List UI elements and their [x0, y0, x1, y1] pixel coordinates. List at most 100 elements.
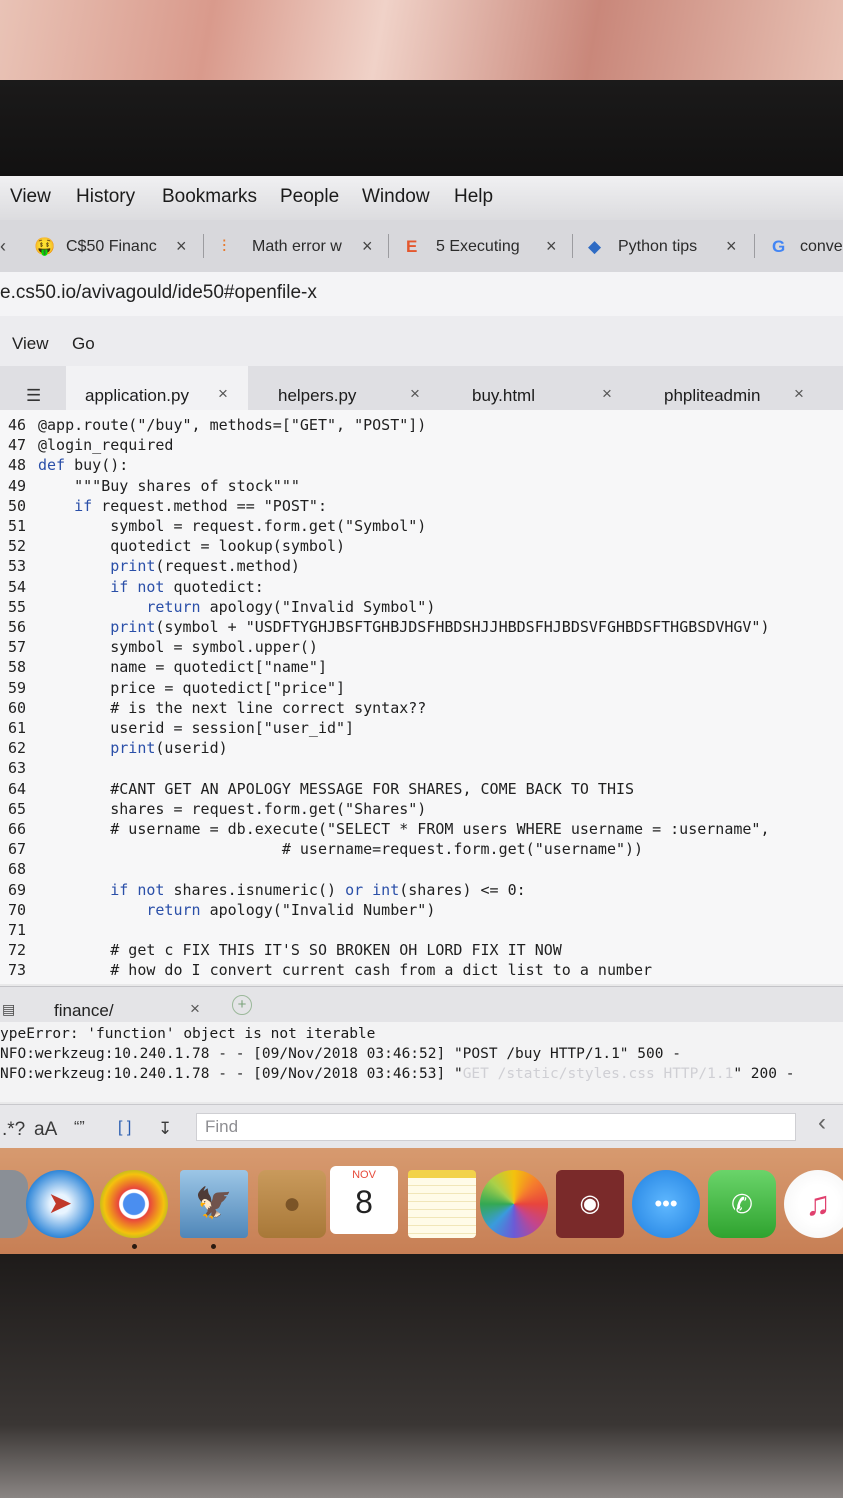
editor-tab-application-py[interactable]: application.py ×	[66, 366, 248, 410]
running-indicator	[132, 1244, 137, 1249]
close-icon[interactable]: ×	[218, 384, 228, 404]
code-line: 63	[0, 759, 843, 779]
code-line: 57 symbol = symbol.upper()	[0, 638, 843, 658]
menu-bar: View History Bookmarks People Window Hel…	[0, 176, 843, 221]
line-number: 57	[8, 638, 27, 657]
line-number: 64	[8, 779, 27, 798]
tab-separator	[388, 234, 389, 258]
line-number: 54	[8, 577, 27, 596]
code-line: 47 @login_required	[0, 436, 843, 456]
mail-stamp-icon[interactable]: 🦅	[180, 1170, 248, 1238]
line-number: 46	[8, 416, 27, 434]
find-input[interactable]	[196, 1113, 796, 1141]
match-case-toggle[interactable]: aA	[34, 1119, 57, 1141]
running-indicator	[211, 1244, 216, 1249]
line-number: 50	[8, 496, 27, 515]
browser-tab-google[interactable]: G conve	[768, 228, 843, 266]
line-number: 66	[8, 820, 27, 838]
whole-word-toggle[interactable]: “”	[74, 1119, 85, 1137]
code-text: userid = session["user_id"]	[38, 719, 355, 737]
code-line: 65 shares = request.form.get("Shares")	[0, 800, 843, 820]
code-text: symbol = symbol.upper()	[38, 638, 318, 657]
photos-icon[interactable]	[480, 1170, 548, 1238]
close-icon[interactable]: ×	[794, 384, 804, 404]
code-text: #CANT GET AN APOLOGY MESSAGE FOR SHARES,…	[38, 779, 635, 798]
code-text: if not quotedict:	[110, 577, 264, 596]
menu-view[interactable]: View	[10, 186, 51, 208]
menu-bookmarks[interactable]: Bookmarks	[162, 186, 257, 208]
stack-overflow-icon: ⫶	[222, 237, 227, 256]
editor-tab-buy-html[interactable]: buy.html ×	[456, 366, 636, 410]
line-number: 73	[8, 961, 27, 980]
close-icon[interactable]: ×	[726, 236, 737, 257]
photo-booth-icon[interactable]: ◉	[556, 1170, 624, 1238]
chrome-icon[interactable]	[100, 1170, 168, 1238]
terminal-line: NFO:werkzeug:10.240.1.78 - - [09/Nov/201…	[0, 1046, 681, 1062]
close-icon[interactable]: ×	[546, 236, 557, 257]
tab-separator	[754, 234, 755, 258]
menu-window[interactable]: Window	[362, 186, 430, 208]
wrap-around-toggle[interactable]: ↧	[158, 1119, 172, 1139]
contacts-book-icon[interactable]: ●	[258, 1170, 326, 1238]
code-line: 46 @app.route("/buy", methods=["GET", "PO…	[0, 416, 843, 436]
close-icon[interactable]: ×	[602, 384, 612, 404]
menu-help[interactable]: Help	[454, 186, 493, 208]
add-terminal-icon[interactable]: +	[232, 995, 252, 1015]
line-number: 62	[8, 739, 27, 758]
code-editor[interactable]: 46 @app.route("/buy", methods=["GET", "PO…	[0, 410, 843, 984]
ide-menu-view[interactable]: View	[12, 334, 49, 354]
browser-tab-math-error[interactable]: ⫶ Math error w ×	[218, 228, 380, 266]
terminal-tab-finance[interactable]: finance/	[54, 1001, 114, 1021]
editor-tab-bar: ☰ application.py × helpers.py × buy.html…	[0, 366, 843, 411]
code-line: 48 def buy():	[0, 456, 843, 476]
e-logo-icon: E	[406, 237, 418, 256]
code-text: # username = db.execute("SELECT * FROM u…	[38, 820, 770, 838]
dock: ➤ 🦅 ● NOV 8 ◉ ••• ✆ ♫	[0, 1148, 843, 1254]
code-text: quotedict = lookup(symbol)	[38, 537, 346, 556]
browser-tab-python-tips[interactable]: ◆ Python tips ×	[586, 228, 746, 266]
regex-toggle[interactable]: .*?	[2, 1119, 25, 1141]
browser-tab-executing[interactable]: E 5 Executing ×	[404, 228, 566, 266]
line-number: 60	[8, 698, 27, 717]
code-line: 50 if request.method == "POST":	[0, 497, 843, 517]
calendar-icon[interactable]: NOV 8	[330, 1166, 398, 1234]
dock-app-partial[interactable]	[0, 1170, 28, 1238]
search-selection-toggle[interactable]: [ ]	[118, 1119, 131, 1137]
file-tree-icon[interactable]: ☰	[26, 386, 41, 406]
code-line: 52 quotedict = lookup(symbol)	[0, 537, 843, 557]
browser-tab-cs50-finance[interactable]: 🤑 C$50 Financ ×	[30, 228, 200, 266]
close-icon[interactable]: ×	[190, 999, 200, 1019]
notes-icon[interactable]	[408, 1170, 476, 1238]
close-icon[interactable]: ×	[410, 384, 420, 404]
line-number: 58	[8, 658, 27, 677]
terminal-output[interactable]: ypeError: 'function' object is not itera…	[0, 1022, 843, 1102]
laptop-bezel	[0, 80, 843, 176]
facetime-icon[interactable]: ✆	[708, 1170, 776, 1238]
code-line: 69 if not shares.isnumeric() or int(shar…	[0, 881, 843, 901]
code-line: 70 return apology("Invalid Number")	[0, 901, 843, 921]
tab-scroll-left-icon[interactable]: ‹	[0, 236, 6, 257]
code-text: if not shares.isnumeric() or int(shares)…	[110, 880, 526, 899]
ide-menu-go[interactable]: Go	[72, 334, 95, 354]
safari-icon[interactable]: ➤	[26, 1170, 94, 1238]
line-number: 71	[8, 921, 27, 939]
code-line: 66 # username = db.execute("SELECT * FRO…	[0, 820, 843, 840]
code-line: 60 # is the next line correct syntax??	[0, 699, 843, 719]
terminal-line: NFO:werkzeug:10.240.1.78 - - [09/Nov/201…	[0, 1066, 795, 1082]
editor-tab-phpliteadmin[interactable]: phpliteadmin ×	[648, 366, 828, 410]
code-text: # is the next line correct syntax??	[38, 698, 427, 717]
editor-tab-helpers-py[interactable]: helpers.py ×	[262, 366, 442, 410]
itunes-icon[interactable]: ♫	[784, 1170, 843, 1238]
code-line: 59 price = quotedict["price"]	[0, 679, 843, 699]
menu-history[interactable]: History	[76, 186, 135, 208]
url-text[interactable]: e.cs50.io/avivagould/ide50#openfile-x	[0, 282, 317, 304]
close-icon[interactable]: ×	[176, 236, 187, 257]
messages-icon[interactable]: •••	[632, 1170, 700, 1238]
code-line: 68	[0, 860, 843, 880]
chevron-left-icon[interactable]: ‹	[818, 1109, 826, 1137]
close-icon[interactable]: ×	[362, 236, 373, 257]
address-bar[interactable]: e.cs50.io/avivagould/ide50#openfile-x	[0, 272, 843, 317]
menu-people[interactable]: People	[280, 186, 339, 208]
code-text: def buy():	[38, 456, 129, 475]
background-fabric	[0, 0, 843, 80]
